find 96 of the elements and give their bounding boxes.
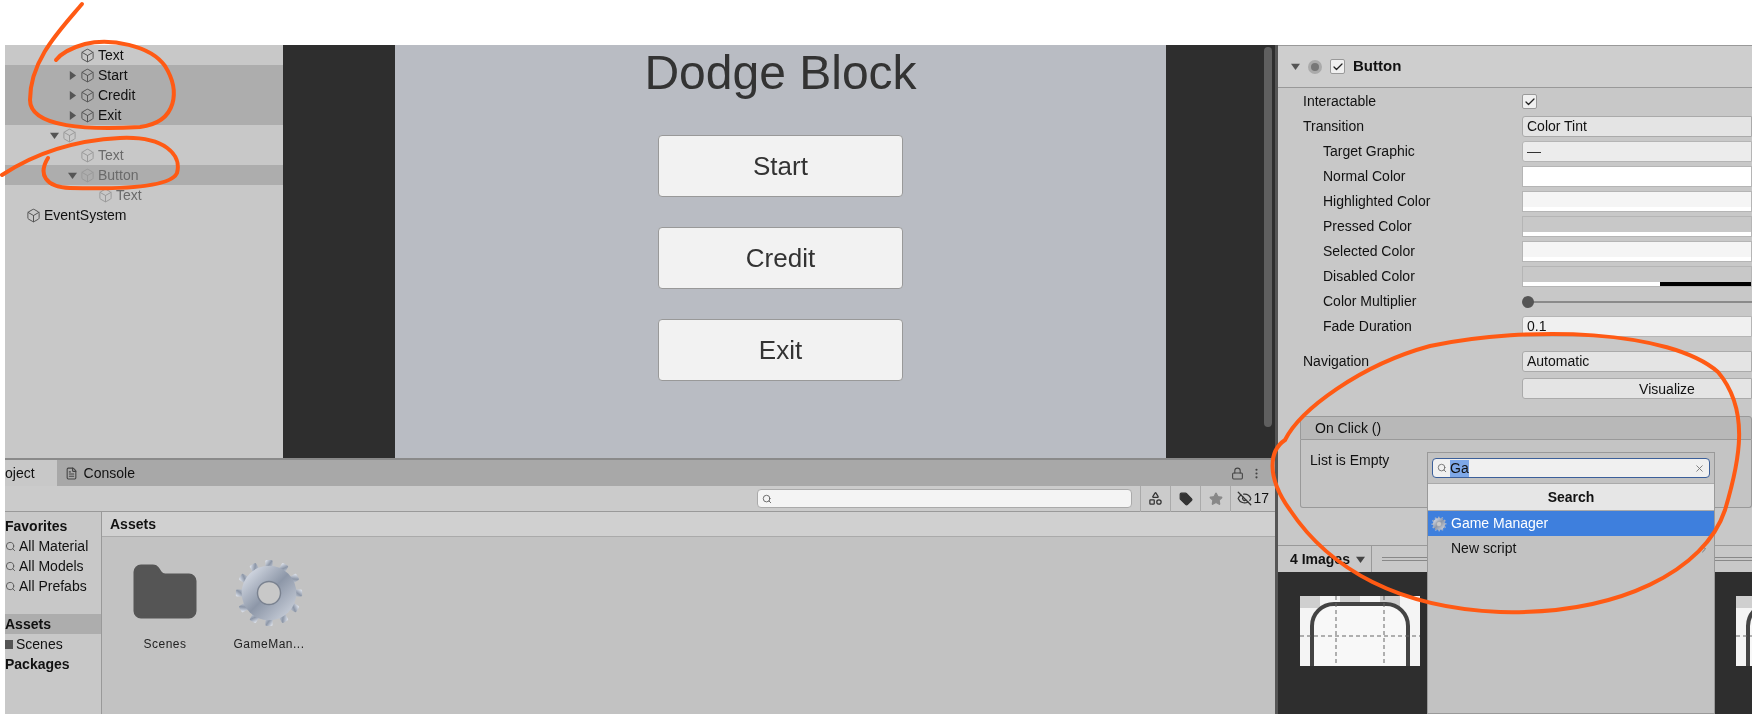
asset-item[interactable]: Scenes <box>124 557 206 653</box>
panel-tab[interactable]: Console <box>56 460 143 486</box>
game-title: Dodge Block <box>644 47 917 99</box>
expanded-arrow-icon[interactable] <box>49 130 59 140</box>
cube-icon <box>26 207 41 223</box>
tree-header[interactable]: Packages <box>5 654 101 674</box>
clear-icon[interactable] <box>1694 462 1705 474</box>
object-name: EventSystem <box>44 205 127 225</box>
hierarchy-item[interactable]: Credit <box>5 85 283 105</box>
saved-search-item[interactable]: All Models <box>5 556 101 576</box>
enable-checkbox[interactable] <box>1330 59 1345 74</box>
tree-header[interactable]: Assets <box>5 614 101 634</box>
cube-icon <box>80 107 95 123</box>
color-swatch[interactable] <box>1522 216 1752 237</box>
eye-slash-icon <box>1237 491 1253 506</box>
object-name: Credit <box>98 85 136 105</box>
asset-name: Scenes <box>143 636 187 653</box>
object-field[interactable]: — <box>1522 141 1752 162</box>
saved-search-item[interactable]: All Material <box>5 536 101 556</box>
object-name: Button <box>98 165 139 185</box>
menu-button[interactable]: Exit <box>658 319 903 381</box>
cube-icon <box>98 187 113 203</box>
popup-item[interactable]: Game Manager <box>1428 511 1714 536</box>
field-label: Target Graphic <box>1322 142 1416 161</box>
menu-button[interactable]: Credit <box>658 227 903 289</box>
collapsed-arrow-icon[interactable] <box>67 70 77 80</box>
cube-icon <box>80 147 95 163</box>
gear-icon <box>233 557 305 629</box>
cube-icon <box>80 47 95 63</box>
field-label: Pressed Color <box>1322 217 1413 236</box>
object-name: Text <box>116 185 142 205</box>
color-swatch[interactable] <box>1522 266 1752 287</box>
color-swatch[interactable] <box>1522 241 1752 262</box>
collapsed-arrow-icon[interactable] <box>67 90 77 100</box>
search-icon <box>5 580 16 592</box>
asset-item[interactable]: GameMan... <box>228 557 310 653</box>
gear-icon <box>1431 515 1447 532</box>
search-icon <box>762 493 773 504</box>
field-label: Highlighted Color <box>1322 192 1432 211</box>
component-title: Button <box>1353 56 1402 77</box>
star-icon <box>1208 491 1223 506</box>
search-icon <box>5 560 16 572</box>
console-icon <box>64 466 78 480</box>
dropdown[interactable]: Color Tint <box>1522 116 1752 137</box>
search-icon <box>5 540 16 552</box>
asset-name: GameMan... <box>233 636 305 653</box>
popup-item[interactable]: New script <box>1428 536 1714 561</box>
field-label: Navigation <box>1302 352 1371 371</box>
cube-icon <box>62 127 77 143</box>
tag-icon <box>1178 491 1193 506</box>
breadcrumb: Assets <box>110 514 156 534</box>
visualize-button[interactable]: Visualize <box>1522 378 1752 399</box>
folder-item[interactable]: Scenes <box>5 634 101 654</box>
field-label: Selected Color <box>1322 242 1416 261</box>
hierarchy-item[interactable]: Start <box>5 65 283 85</box>
scrollbar[interactable] <box>1264 47 1272 427</box>
tree-header[interactable]: Favorites <box>5 516 101 536</box>
panel-tab[interactable]: oject <box>5 460 57 486</box>
collapsed-arrow-icon[interactable] <box>67 110 77 120</box>
expanded-arrow-icon[interactable] <box>67 170 77 180</box>
shapes-icon <box>1148 491 1164 506</box>
dropdown[interactable]: Automatic <box>1522 351 1752 372</box>
field-label: Fade Duration <box>1322 317 1413 336</box>
cube-icon <box>80 87 95 103</box>
field-label: Disabled Color <box>1322 267 1416 286</box>
lock-icon[interactable] <box>1231 466 1244 480</box>
slider-thumb[interactable] <box>1522 295 1534 308</box>
field-label: Transition <box>1302 117 1365 136</box>
sprite-thumbnail <box>1736 596 1752 666</box>
expanded-arrow-icon[interactable] <box>1290 61 1300 72</box>
hierarchy-item[interactable]: Exit <box>5 105 283 125</box>
object-name: Text <box>98 45 124 65</box>
object-name: Start <box>98 65 128 85</box>
menu-button[interactable]: Start <box>658 135 903 197</box>
cube-icon <box>80 67 95 83</box>
popup-search-field[interactable]: Ga <box>1432 458 1710 478</box>
search-icon <box>1437 463 1447 473</box>
color-swatch[interactable] <box>1522 166 1752 187</box>
popup-header: Search <box>1428 483 1714 511</box>
number-field[interactable]: 0.1 <box>1522 316 1752 337</box>
search-field[interactable] <box>757 489 1133 508</box>
dropdown-arrow-icon <box>1355 554 1365 564</box>
color-swatch[interactable] <box>1522 191 1752 212</box>
hierarchy-item[interactable]: EventSystem <box>5 205 283 225</box>
hierarchy-item[interactable]: Text <box>5 45 283 65</box>
empty-list-text: List is Empty <box>1310 451 1390 470</box>
search-text: Ga <box>1450 459 1469 477</box>
object-name: Text <box>98 145 124 165</box>
component-icon <box>1308 59 1322 74</box>
object-name: Exit <box>98 105 122 125</box>
field-label: Color Multiplier <box>1322 292 1418 311</box>
saved-search-item[interactable]: All Prefabs <box>5 576 101 596</box>
event-header: On Click () <box>1300 416 1752 440</box>
checkbox[interactable] <box>1522 94 1537 109</box>
field-label: Interactable <box>1302 92 1378 111</box>
field-label: Normal Color <box>1322 167 1407 186</box>
